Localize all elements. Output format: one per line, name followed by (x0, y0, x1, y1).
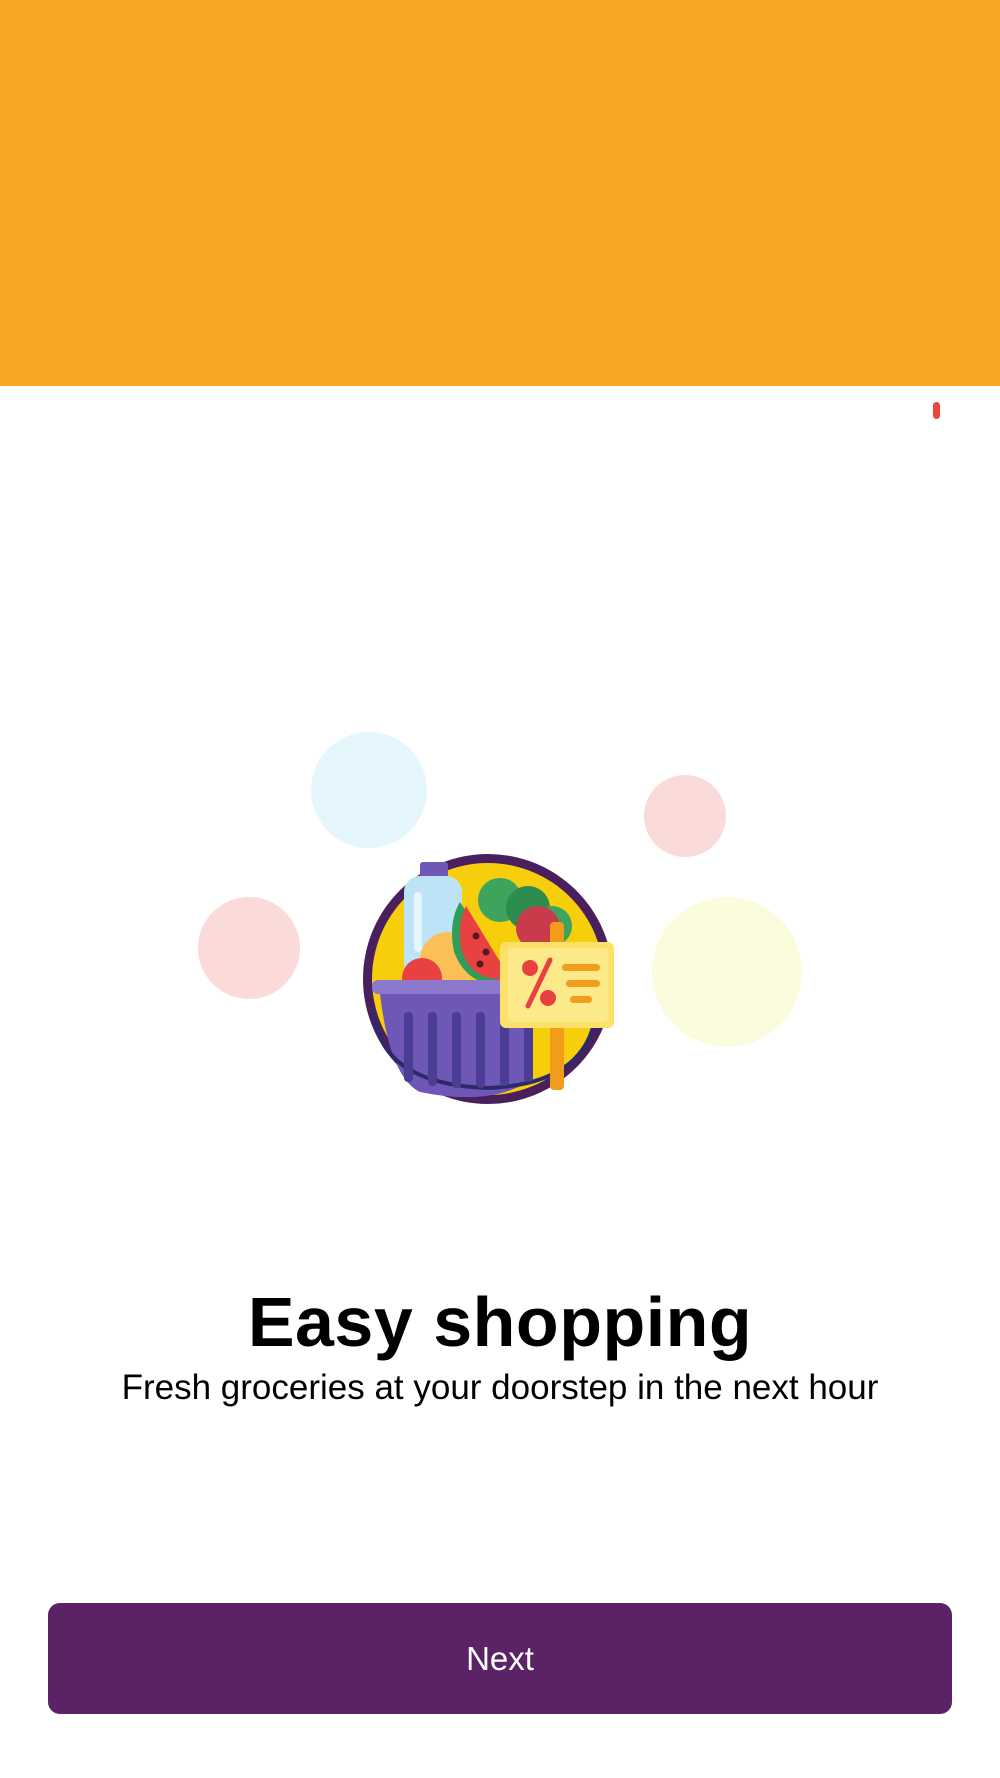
decorative-bubble (311, 732, 427, 848)
onboarding-subtitle: Fresh groceries at your doorstep in the … (121, 1368, 879, 1407)
page-indicator (933, 402, 940, 419)
onboarding-title: Easy shopping (247, 1283, 753, 1361)
onboarding-illustration (0, 700, 1000, 1130)
decorative-bubble (198, 897, 300, 999)
top-banner (0, 0, 1000, 386)
next-button[interactable]: Next (48, 1603, 952, 1714)
decorative-bubble (652, 897, 802, 1047)
grocery-basket-icon (363, 854, 614, 1104)
onboarding-screen: Easy shopping Fresh groceries at your do… (0, 0, 1000, 1778)
decorative-bubble (644, 775, 726, 857)
